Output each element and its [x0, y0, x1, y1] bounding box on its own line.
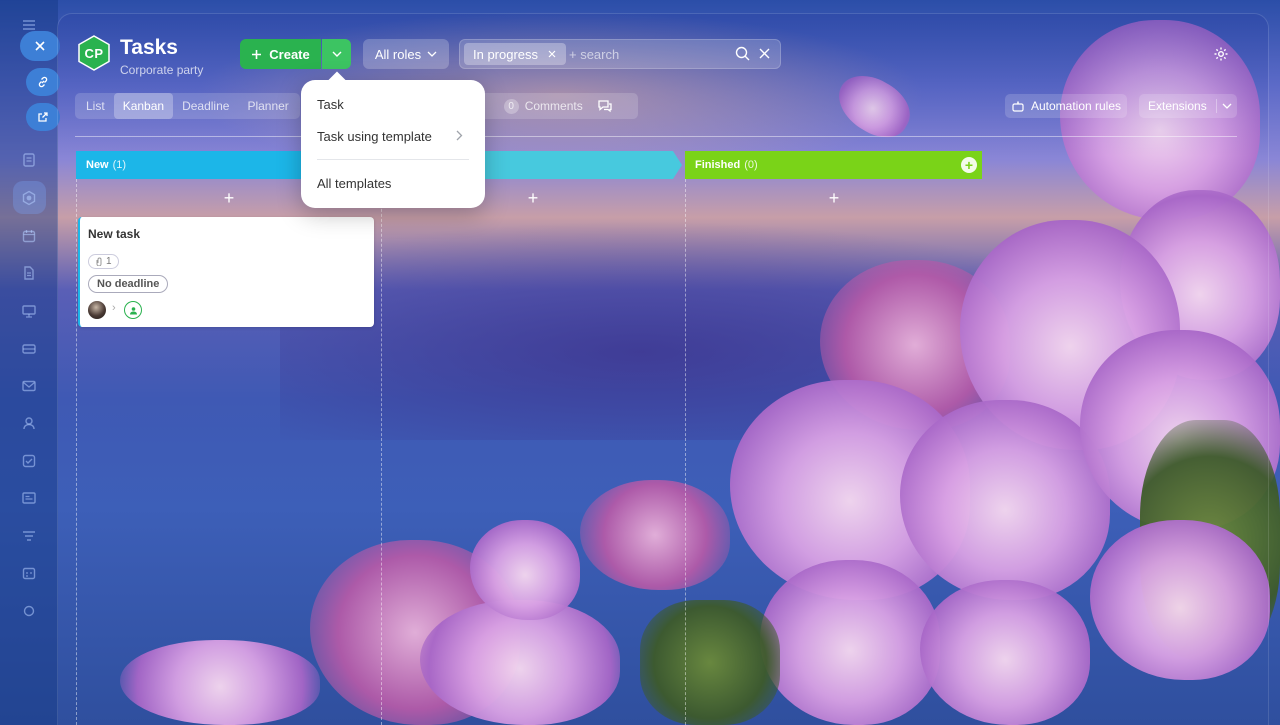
column-divider [76, 179, 77, 725]
filter-chip[interactable]: In progress [464, 43, 566, 65]
column-header-finished[interactable]: Finished (0) [685, 151, 982, 179]
column-name: Finished [695, 159, 741, 171]
chip-close-icon[interactable] [548, 50, 556, 58]
menu-item-task[interactable]: Task [317, 97, 344, 112]
page-subtitle: Corporate party [120, 63, 204, 77]
calendar-icon[interactable] [18, 225, 40, 247]
add-column-button[interactable]: + [961, 157, 977, 173]
automation-rules-label: Automation rules [1030, 99, 1122, 113]
create-dropdown-toggle[interactable] [322, 39, 351, 69]
column-count: (1) [112, 159, 127, 171]
page-title: Tasks [120, 36, 178, 59]
chevron-right-icon: › [112, 302, 116, 314]
settings-icon[interactable] [18, 600, 40, 622]
header-divider [75, 136, 1237, 137]
add-task-in-progress-button[interactable]: + [525, 189, 541, 207]
search-input[interactable] [569, 43, 729, 65]
checklist-badge[interactable]: 1 [88, 254, 119, 269]
extensions-button[interactable]: Extensions [1139, 94, 1237, 118]
contacts-icon[interactable] [18, 412, 40, 434]
copy-link-button[interactable] [26, 68, 60, 96]
project-logo: CP [75, 34, 113, 72]
create-dropdown-menu: Task Task using template All templates [301, 80, 485, 208]
column-divider [381, 179, 382, 725]
comments-counter-label[interactable]: Comments [525, 99, 583, 113]
column-count: (0) [744, 159, 758, 171]
external-link-icon [38, 112, 48, 122]
column-name: New [86, 159, 109, 171]
close-panel-button[interactable] [20, 31, 60, 61]
schedule-icon[interactable] [18, 562, 40, 584]
menu-item-all-templates[interactable]: All templates [317, 176, 391, 191]
plus-icon [252, 49, 262, 59]
tab-planner[interactable]: Planner [238, 93, 297, 119]
chat-icon[interactable] [597, 99, 613, 113]
checklist-count: 1 [106, 256, 112, 267]
responsible-person-icon[interactable] [124, 301, 142, 319]
menu-divider [317, 159, 469, 160]
tasks-icon[interactable] [18, 187, 40, 209]
search-icon[interactable] [735, 46, 750, 61]
extensions-dropdown-toggle[interactable] [1217, 103, 1237, 109]
filter-chip-label: In progress [473, 46, 539, 62]
feed-icon[interactable] [18, 149, 40, 171]
tasks-window: CP Tasks Corporate party Create All role… [58, 14, 1268, 725]
chevron-down-icon [427, 51, 437, 57]
documents-icon[interactable] [18, 262, 40, 284]
settings-button[interactable] [1211, 44, 1231, 64]
checklist-icon[interactable] [18, 450, 40, 472]
add-task-new-button[interactable]: + [221, 189, 237, 207]
search-bar: In progress [459, 39, 781, 69]
create-button[interactable]: Create [240, 39, 321, 69]
link-icon [38, 76, 48, 88]
chevron-down-icon [332, 51, 341, 57]
view-tabs: List Kanban Deadline Planner [75, 93, 300, 119]
extensions-label: Extensions [1148, 99, 1207, 113]
add-task-finished-button[interactable]: + [826, 189, 842, 207]
automation-rules-button[interactable]: Automation rules [1005, 94, 1127, 118]
column-divider [685, 179, 686, 725]
clip-icon [96, 257, 102, 266]
task-card[interactable]: New task 1 No deadline › [78, 217, 374, 327]
tab-list[interactable]: List [77, 93, 114, 119]
create-button-label: Create [269, 46, 310, 62]
open-in-new-window-button[interactable] [26, 103, 60, 131]
sites-icon[interactable] [18, 487, 40, 509]
robot-icon [1012, 101, 1024, 112]
filter-icon[interactable] [18, 525, 40, 547]
chevron-down-icon [1222, 103, 1232, 109]
comments-count-badge: 0 [503, 98, 519, 114]
avatar[interactable] [88, 301, 106, 319]
deadline-badge[interactable]: No deadline [88, 275, 169, 293]
tab-deadline[interactable]: Deadline [173, 93, 238, 119]
presentation-icon[interactable] [18, 300, 40, 322]
close-icon [35, 41, 45, 51]
mail-icon[interactable] [18, 375, 40, 397]
task-title[interactable]: New task [88, 227, 140, 241]
clear-search-icon[interactable] [758, 47, 771, 60]
left-sidebar [0, 0, 60, 725]
storage-icon[interactable] [18, 338, 40, 360]
menu-item-task-using-template[interactable]: Task using template [317, 129, 432, 144]
logo-initials: CP [84, 45, 104, 61]
chevron-right-icon [456, 130, 463, 141]
gear-icon [1214, 47, 1228, 61]
roles-filter-button[interactable]: All roles [363, 39, 449, 69]
roles-filter-label: All roles [374, 46, 422, 62]
tab-kanban[interactable]: Kanban [113, 93, 174, 119]
